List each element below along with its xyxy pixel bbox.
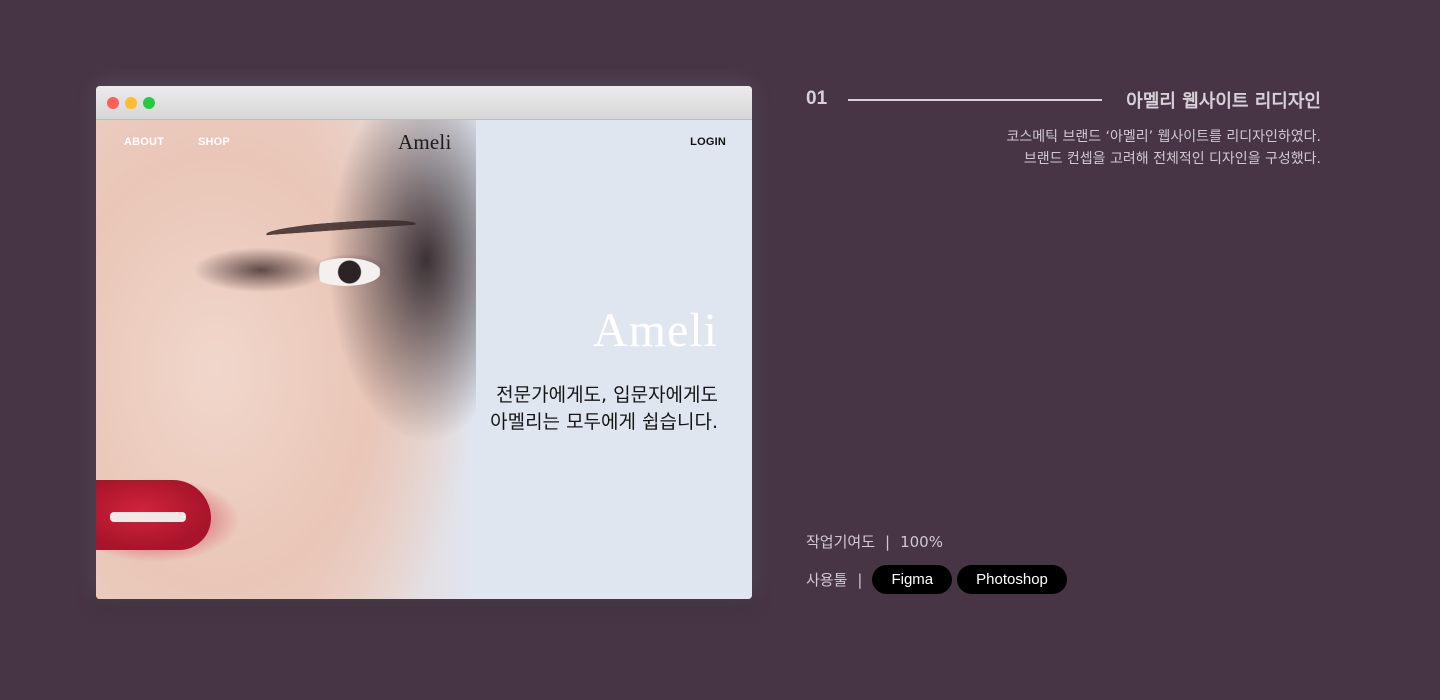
contribution-label: 작업기여도 (806, 533, 876, 551)
model-photo (96, 120, 476, 599)
contribution-value: 100% (900, 532, 943, 551)
tools-label: 사용툴 (806, 571, 848, 589)
project-description-line-2: 브랜드 컨셉을 고려해 전체적인 디자인을 구성했다. (1023, 151, 1321, 167)
project-description-line-1: 코스메틱 브랜드 ‘아멜리’ 웹사이트를 리디자인하였다. (1006, 129, 1321, 145)
project-description: 코스메틱 브랜드 ‘아멜리’ 웹사이트를 리디자인하였다. 브랜드 컨셉을 고려… (1006, 126, 1321, 170)
hero-copy-line-2: 아멜리는 모두에게 쉽습니다. (490, 411, 718, 433)
browser-titlebar (96, 86, 752, 120)
browser-mockup: ABOUT SHOP Ameli LOGIN Ameli 전문가에게도, 입문자… (96, 86, 752, 599)
nav-login-link[interactable]: LOGIN (690, 136, 726, 148)
model-teeth (110, 512, 186, 522)
project-number: 01 (806, 88, 828, 109)
site-logo[interactable]: Ameli (398, 130, 452, 155)
project-title: 아멜리 웹사이트 리디자인 (1126, 91, 1321, 112)
contribution-row: 작업기여도 | 100% (806, 531, 943, 552)
nav-about-link[interactable]: ABOUT (124, 136, 164, 148)
nav-shop-link[interactable]: SHOP (198, 136, 230, 148)
model-eye (311, 258, 381, 286)
maximize-window-icon[interactable] (143, 97, 155, 109)
minimize-window-icon[interactable] (125, 97, 137, 109)
tool-badge-photoshop: Photoshop (957, 565, 1067, 594)
model-brow (265, 216, 417, 242)
project-divider (848, 99, 1102, 101)
website-preview: ABOUT SHOP Ameli LOGIN Ameli 전문가에게도, 입문자… (96, 120, 752, 599)
contribution-separator: | (885, 532, 891, 551)
hero-logo: Ameli (593, 304, 718, 357)
tools-separator: | (857, 570, 863, 589)
tools-row: 사용툴 | Figma Photoshop (806, 565, 1072, 594)
hero-copy: 전문가에게도, 입문자에게도 아멜리는 모두에게 쉽습니다. (490, 382, 718, 436)
hero-copy-line-1: 전문가에게도, 입문자에게도 (496, 384, 718, 406)
tool-badge-figma: Figma (872, 565, 953, 594)
close-window-icon[interactable] (107, 97, 119, 109)
